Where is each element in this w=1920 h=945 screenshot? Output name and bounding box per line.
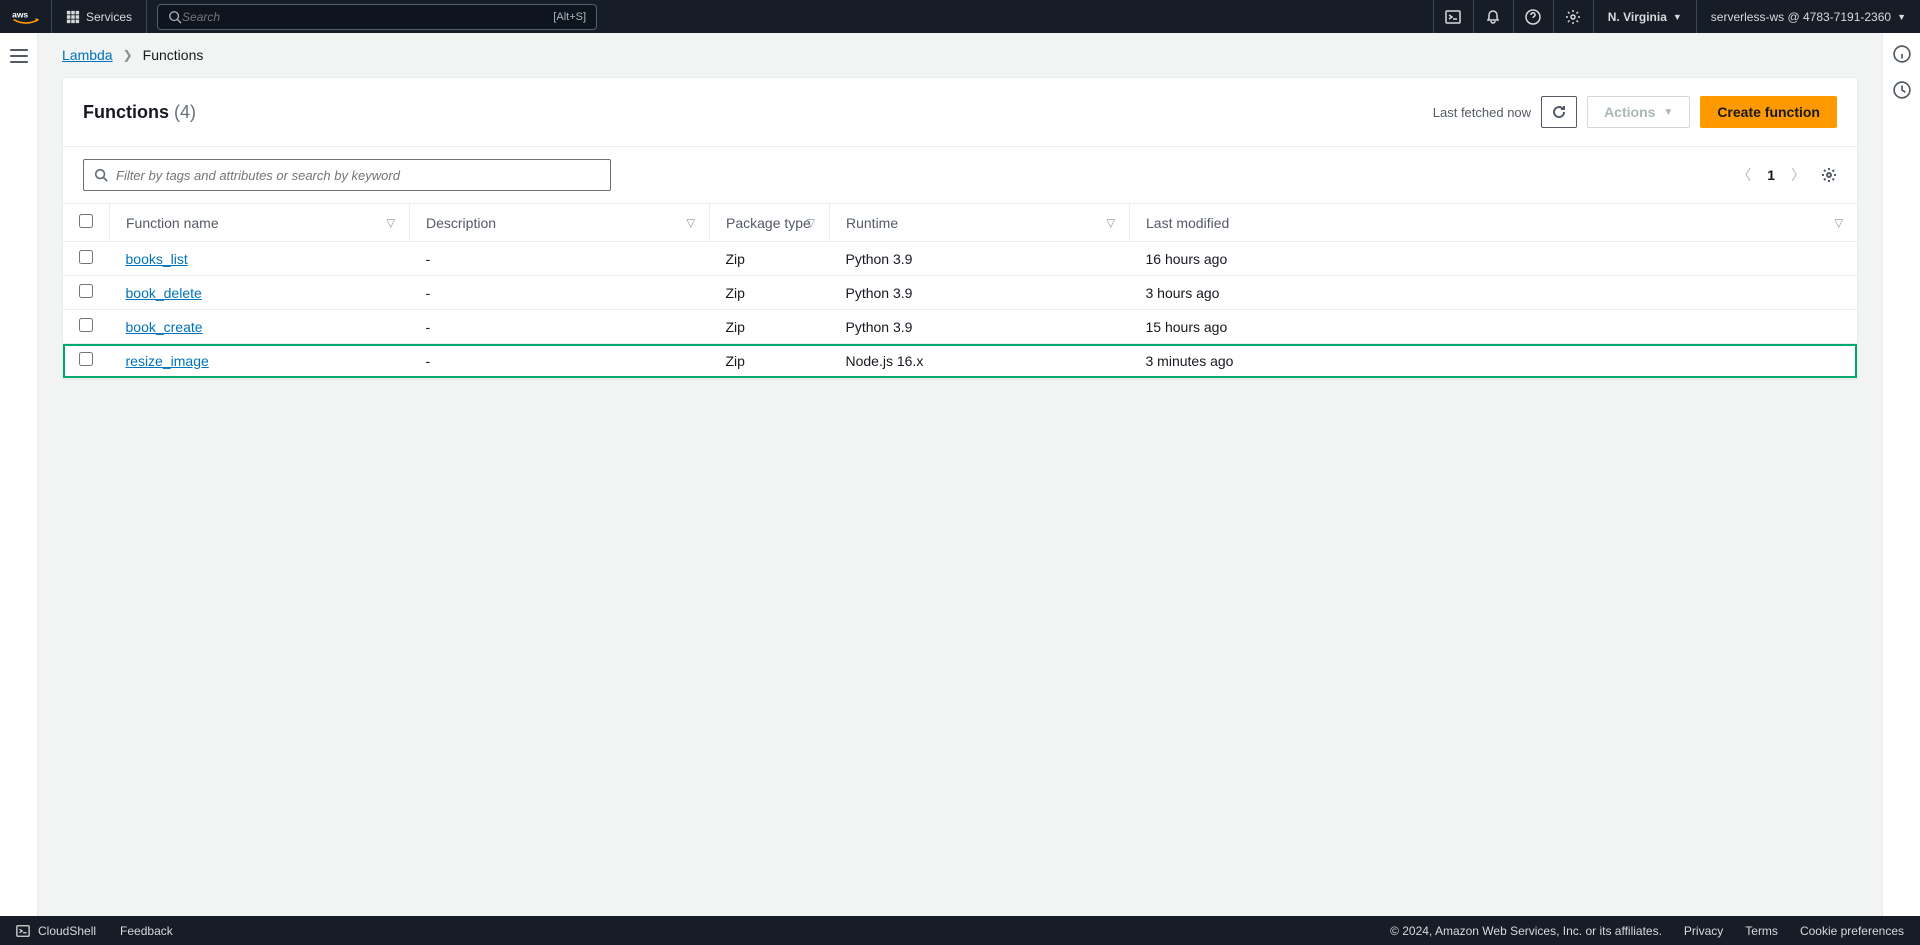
actions-dropdown[interactable]: Actions▼: [1587, 96, 1690, 128]
sort-icon: ▽: [1107, 216, 1115, 229]
filter-box[interactable]: [83, 159, 611, 191]
description-cell: -: [410, 276, 710, 310]
row-checkbox[interactable]: [79, 318, 93, 332]
aws-logo[interactable]: aws: [0, 0, 52, 33]
info-icon[interactable]: [1893, 45, 1911, 63]
cloudshell-icon-button[interactable]: [1433, 0, 1473, 33]
search-icon: [168, 10, 182, 24]
function-name-link[interactable]: book_delete: [126, 285, 202, 301]
pagination: 〈 1 〉: [1737, 165, 1837, 185]
left-sidebar-collapsed: [0, 33, 38, 916]
last-modified-cell: 3 hours ago: [1130, 276, 1858, 310]
main-content: Lambda ❯ Functions Functions (4) Last fe…: [38, 33, 1882, 916]
column-package-type[interactable]: Package type▽: [710, 204, 830, 242]
search-shortcut-hint: [Alt+S]: [553, 11, 586, 23]
caret-down-icon: ▼: [1673, 12, 1682, 22]
filter-input[interactable]: [116, 168, 600, 183]
terms-link[interactable]: Terms: [1745, 924, 1778, 938]
notifications-icon-button[interactable]: [1473, 0, 1513, 33]
top-navigation: aws Services [Alt+S] N. Virginia▼ server…: [0, 0, 1920, 33]
feedback-link[interactable]: Feedback: [120, 924, 173, 938]
sort-icon: ▽: [387, 216, 395, 229]
global-search-input[interactable]: [182, 10, 553, 24]
cookie-preferences-link[interactable]: Cookie preferences: [1800, 924, 1904, 938]
privacy-link[interactable]: Privacy: [1684, 924, 1723, 938]
package-type-cell: Zip: [710, 310, 830, 344]
description-cell: -: [410, 344, 710, 378]
runtime-cell: Python 3.9: [830, 310, 1130, 344]
description-cell: -: [410, 242, 710, 276]
package-type-cell: Zip: [710, 344, 830, 378]
settings-icon-button[interactable]: [1553, 0, 1593, 33]
table-row[interactable]: book_delete -ZipPython 3.93 hours ago: [63, 276, 1857, 310]
runtime-cell: Python 3.9: [830, 242, 1130, 276]
global-search[interactable]: [Alt+S]: [157, 4, 597, 30]
runtime-cell: Node.js 16.x: [830, 344, 1130, 378]
region-selector[interactable]: N. Virginia▼: [1593, 0, 1696, 33]
function-name-link[interactable]: books_list: [126, 251, 188, 267]
last-modified-cell: 15 hours ago: [1130, 310, 1858, 344]
page-number: 1: [1767, 167, 1775, 183]
column-last-modified[interactable]: Last modified▽: [1130, 204, 1858, 242]
account-menu[interactable]: serverless-ws @ 4783-7191-2360▼: [1696, 0, 1920, 33]
functions-table: Function name▽ Description▽ Package type…: [63, 204, 1857, 378]
table-row[interactable]: books_list -ZipPython 3.916 hours ago: [63, 242, 1857, 276]
row-checkbox[interactable]: [79, 284, 93, 298]
column-description[interactable]: Description▽: [410, 204, 710, 242]
sort-icon: ▽: [687, 216, 695, 229]
column-function-name[interactable]: Function name▽: [110, 204, 410, 242]
copyright-text: © 2024, Amazon Web Services, Inc. or its…: [1390, 924, 1662, 938]
right-help-panel-collapsed: [1882, 33, 1920, 916]
footer-bar: CloudShell Feedback © 2024, Amazon Web S…: [0, 916, 1920, 945]
last-modified-cell: 16 hours ago: [1130, 242, 1858, 276]
table-settings-icon[interactable]: [1821, 167, 1837, 183]
package-type-cell: Zip: [710, 276, 830, 310]
caret-down-icon: ▼: [1897, 12, 1906, 22]
search-icon: [94, 168, 108, 182]
last-modified-cell: 3 minutes ago: [1130, 344, 1858, 378]
row-checkbox[interactable]: [79, 250, 93, 264]
svg-text:aws: aws: [12, 9, 28, 19]
services-label: Services: [86, 10, 132, 24]
caret-down-icon: ▼: [1663, 107, 1673, 118]
last-fetched-label: Last fetched now: [1433, 105, 1531, 120]
functions-panel: Functions (4) Last fetched now Actions▼ …: [62, 77, 1858, 379]
chevron-right-icon: ❯: [123, 48, 133, 62]
column-runtime[interactable]: Runtime▽: [830, 204, 1130, 242]
help-icon-button[interactable]: [1513, 0, 1553, 33]
create-function-button[interactable]: Create function: [1700, 96, 1837, 128]
clock-icon[interactable]: [1893, 81, 1911, 99]
table-row[interactable]: resize_image -ZipNode.js 16.x3 minutes ag…: [63, 344, 1857, 378]
panel-title: Functions (4): [83, 102, 196, 123]
services-menu[interactable]: Services: [52, 0, 147, 33]
cloudshell-link[interactable]: CloudShell: [16, 924, 96, 938]
table-row[interactable]: book_create -ZipPython 3.915 hours ago: [63, 310, 1857, 344]
breadcrumb: Lambda ❯ Functions: [62, 47, 1858, 63]
sort-icon: ▽: [1835, 216, 1843, 229]
function-name-link[interactable]: book_create: [126, 319, 203, 335]
sort-icon: ▽: [807, 216, 815, 229]
function-name-link[interactable]: resize_image: [126, 353, 209, 369]
breadcrumb-root-link[interactable]: Lambda: [62, 47, 113, 63]
prev-page-button[interactable]: 〈: [1737, 165, 1751, 185]
description-cell: -: [410, 310, 710, 344]
select-all-checkbox[interactable]: [79, 214, 93, 228]
runtime-cell: Python 3.9: [830, 276, 1130, 310]
package-type-cell: Zip: [710, 242, 830, 276]
refresh-button[interactable]: [1541, 96, 1577, 128]
next-page-button[interactable]: 〉: [1791, 165, 1805, 185]
sidebar-toggle-button[interactable]: [10, 49, 28, 63]
breadcrumb-current: Functions: [143, 47, 204, 63]
row-checkbox[interactable]: [79, 352, 93, 366]
